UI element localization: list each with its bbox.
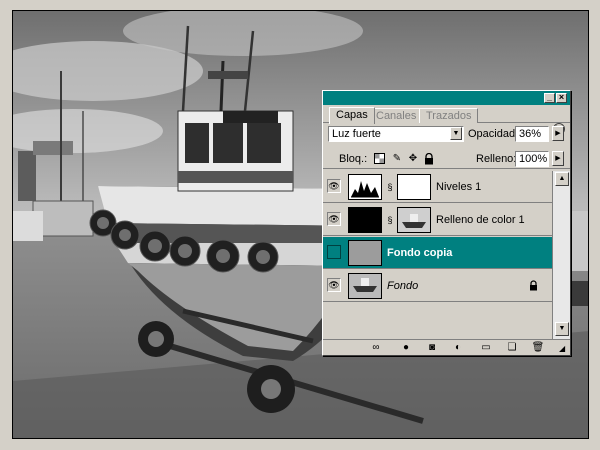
- blend-mode-select[interactable]: Luz fuerte: [328, 126, 464, 142]
- fill-slider-button[interactable]: ▶: [552, 151, 564, 166]
- palette-bottom-toolbar: ∞ ● ◙ ◐ ▭ ❏ 🗑 ◢: [323, 339, 570, 355]
- chevron-down-icon[interactable]: ▼: [450, 127, 462, 140]
- tab-canales[interactable]: Canales: [369, 108, 424, 123]
- scroll-down-button[interactable]: ▼: [555, 322, 569, 336]
- minimize-button[interactable]: _: [544, 93, 555, 103]
- layers-scrollbar[interactable]: ▲ ▼: [552, 171, 570, 339]
- palette-tabs: Capas Canales Trazados ▶: [323, 105, 570, 135]
- eye-icon[interactable]: 👁: [327, 212, 341, 226]
- opacity-input[interactable]: 36%: [515, 126, 549, 142]
- fill-label: Relleno:: [476, 153, 517, 165]
- resize-grip-icon[interactable]: ◢: [559, 344, 569, 354]
- layer-fondo-copia[interactable]: Fondo copia: [323, 237, 552, 269]
- lock-icon: [528, 280, 538, 291]
- color-fill-thumbnail: [348, 207, 382, 233]
- blend-row: Luz fuerte ▼ Opacidad: 36% ▶: [323, 124, 570, 146]
- tab-trazados[interactable]: Trazados: [419, 108, 479, 123]
- link-icon[interactable]: §: [386, 214, 394, 226]
- eye-icon[interactable]: 👁: [327, 179, 341, 193]
- lock-row: Bloq.: ✎ ✥ Relleno: 100% ▶: [323, 149, 570, 169]
- add-mask-icon[interactable]: ◙: [425, 342, 439, 354]
- link-icon[interactable]: §: [386, 181, 394, 193]
- lock-transparency-icon[interactable]: [373, 153, 385, 165]
- application-window: _ × Capas Canales Trazados ▶ Luz fuerte …: [0, 0, 600, 450]
- lock-icon[interactable]: [423, 152, 435, 165]
- adjustment-layer-icon[interactable]: ◐: [451, 342, 465, 354]
- layer-name: Fondo copia: [387, 247, 453, 259]
- layer-name: Relleno de color 1: [436, 214, 525, 226]
- levels-adjustment-thumbnail: [348, 174, 382, 200]
- tab-capas[interactable]: Capas: [329, 107, 375, 124]
- visibility-toggle[interactable]: [327, 245, 341, 259]
- trash-icon[interactable]: 🗑: [531, 342, 545, 354]
- move-icon[interactable]: ✥: [407, 153, 419, 165]
- opacity-slider-button[interactable]: ▶: [552, 126, 564, 141]
- brush-icon[interactable]: ✎: [391, 153, 403, 165]
- layer-name: Niveles 1: [436, 181, 482, 193]
- layer-relleno-de-color-1[interactable]: 👁 § Relleno de color 1: [323, 204, 552, 236]
- layers-palette[interactable]: _ × Capas Canales Trazados ▶ Luz fuerte …: [322, 90, 571, 356]
- layer-niveles-1[interactable]: 👁 § Niveles 1: [323, 171, 552, 203]
- layer-style-icon[interactable]: ●: [399, 342, 413, 354]
- close-button[interactable]: ×: [556, 93, 567, 103]
- eye-icon[interactable]: 👁: [327, 278, 341, 292]
- layer-thumbnail: [348, 273, 382, 299]
- scroll-up-button[interactable]: ▲: [555, 172, 569, 186]
- layer-name: Fondo: [387, 280, 419, 292]
- new-layer-icon[interactable]: ❏: [505, 342, 519, 354]
- layer-mask-thumbnail: [397, 174, 431, 200]
- layer-fondo[interactable]: 👁 Fondo: [323, 270, 552, 302]
- layers-list[interactable]: 👁 § Niveles 1 👁 § Relleno de color 1 Fon…: [323, 171, 552, 339]
- opacity-label: Opacidad:: [468, 128, 519, 140]
- new-group-icon[interactable]: ▭: [479, 342, 493, 354]
- lock-label: Bloq.:: [339, 153, 368, 165]
- link-layers-icon[interactable]: ∞: [369, 342, 383, 354]
- layer-mask-thumbnail: [397, 207, 431, 233]
- fill-input[interactable]: 100%: [515, 151, 549, 167]
- layer-thumbnail: [348, 240, 382, 266]
- palette-titlebar[interactable]: _ ×: [323, 91, 570, 105]
